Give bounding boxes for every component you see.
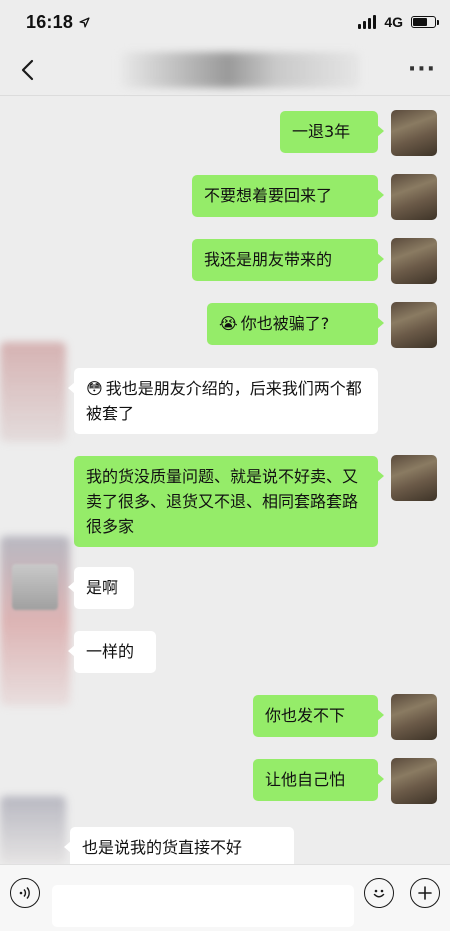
message-list[interactable]: 一退3年 不要想着要回来了 我还是朋友带来的 😭 你也被骗了? 😳 我也是朋友介绍的… bbox=[0, 96, 450, 869]
crying-laughing-emoji: 😭 bbox=[219, 314, 238, 333]
my-avatar[interactable] bbox=[391, 174, 437, 220]
message-bubble-sent[interactable]: 不要想着要回来了 bbox=[192, 175, 384, 217]
input-bar bbox=[0, 864, 450, 931]
plus-icon bbox=[418, 886, 432, 900]
chat-title-redacted bbox=[120, 52, 360, 88]
status-time: 16:18 bbox=[26, 11, 74, 32]
message-bubble-sent[interactable]: 我还是朋友带来的 bbox=[192, 239, 384, 281]
status-bar: 16:18 4G bbox=[0, 0, 450, 44]
back-button[interactable] bbox=[14, 57, 40, 83]
my-avatar[interactable] bbox=[391, 694, 437, 740]
message-bubble-sent[interactable]: 你也发不下 bbox=[253, 695, 384, 737]
contact-avatar[interactable] bbox=[12, 564, 58, 610]
message-text: 你也被骗了? bbox=[240, 314, 330, 333]
more-dots-icon: ··· bbox=[407, 57, 436, 82]
message-bubble-sent[interactable]: 让他自己怕 bbox=[253, 759, 384, 801]
message-bubble-sent[interactable]: 😭 你也被骗了? bbox=[207, 303, 384, 345]
my-avatar[interactable] bbox=[391, 302, 437, 348]
flushed-emoji: 😳 bbox=[86, 379, 103, 398]
my-avatar[interactable] bbox=[391, 110, 437, 156]
message-text: 也是说我的货直接不好 bbox=[82, 838, 243, 857]
battery-icon bbox=[411, 16, 439, 28]
message-bubble-sent[interactable]: 我的货没质量问题、就是说不好卖、又卖了很多、退货又不退、相同套路套路很多家 bbox=[74, 456, 384, 547]
message-input[interactable] bbox=[52, 885, 354, 927]
redacted-avatar bbox=[0, 796, 66, 864]
signal-icon bbox=[358, 15, 377, 29]
more-button[interactable]: ··· bbox=[408, 57, 436, 82]
redacted-avatar bbox=[0, 536, 70, 706]
voice-icon bbox=[19, 887, 30, 899]
message-text: 我还是朋友带来的 bbox=[204, 250, 333, 269]
my-avatar[interactable] bbox=[391, 758, 437, 804]
message-bubble-received[interactable]: 一样的 bbox=[68, 631, 156, 673]
message-text: 我的货没质量问题、就是说不好卖、又卖了很多、退货又不退、相同套路套路很多家 bbox=[86, 467, 359, 536]
message-text: 一退3年 bbox=[292, 122, 351, 141]
smiley-icon bbox=[373, 889, 385, 898]
redacted-avatar bbox=[0, 342, 66, 442]
my-avatar[interactable] bbox=[391, 238, 437, 284]
message-text: 一样的 bbox=[86, 642, 135, 661]
message-text: 让他自己怕 bbox=[265, 770, 346, 789]
location-arrow-icon bbox=[79, 16, 90, 28]
chat-header: ··· bbox=[0, 44, 450, 96]
message-bubble-sent[interactable]: 一退3年 bbox=[280, 111, 384, 153]
message-text: 我也是朋友介绍的，后来我们两个都被套了 bbox=[86, 379, 362, 423]
message-bubble-received[interactable]: 也是说我的货直接不好 bbox=[64, 827, 294, 869]
message-bubble-received[interactable]: 😳 我也是朋友介绍的，后来我们两个都被套了 bbox=[68, 368, 378, 434]
message-text: 不要想着要回来了 bbox=[204, 186, 333, 205]
emoji-button[interactable] bbox=[364, 878, 394, 908]
chevron-left-icon bbox=[21, 59, 34, 80]
message-text: 是啊 bbox=[86, 578, 119, 597]
voice-button[interactable] bbox=[10, 878, 40, 908]
my-avatar[interactable] bbox=[391, 455, 437, 501]
network-label: 4G bbox=[384, 14, 403, 30]
more-actions-button[interactable] bbox=[410, 878, 440, 908]
message-bubble-received[interactable]: 是啊 bbox=[68, 567, 134, 609]
message-text: 你也发不下 bbox=[265, 706, 346, 725]
